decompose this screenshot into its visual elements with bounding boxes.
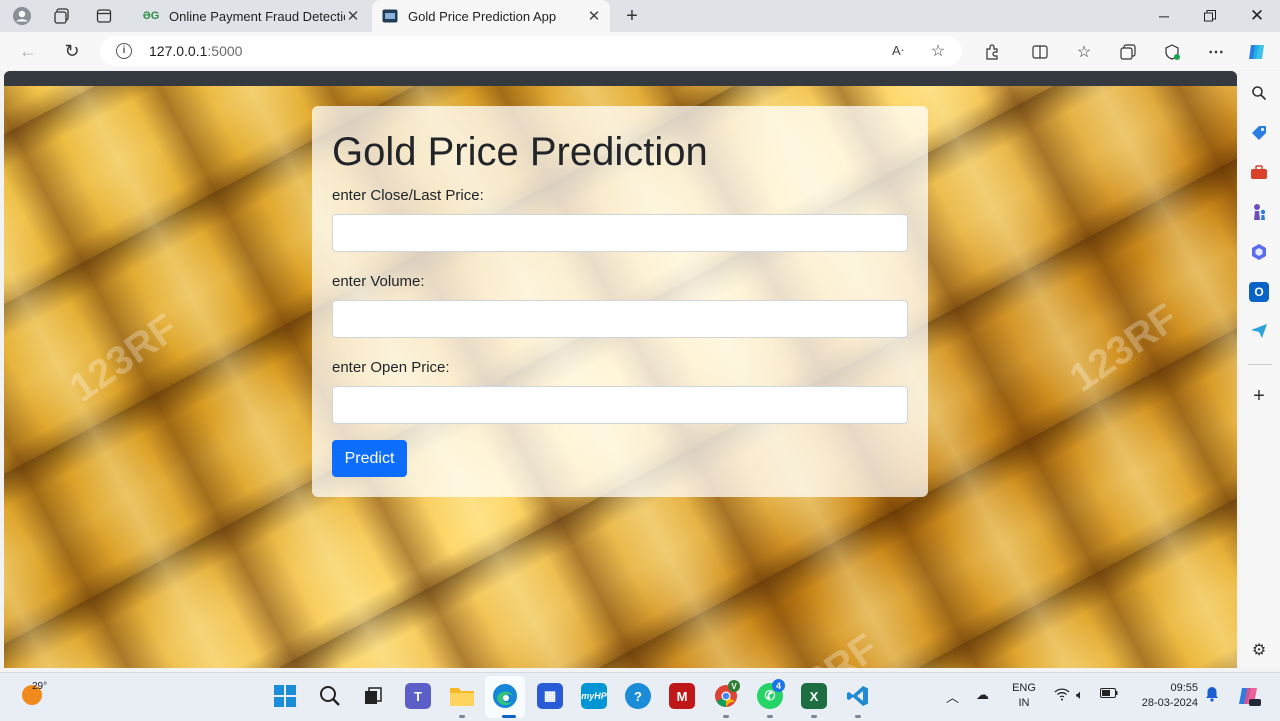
browser-toolbar: ← ↻ i 127.0.0.1:5000 Aᐧ ☆ ☆ ⋯ xyxy=(0,32,1280,70)
new-tab-button[interactable]: + xyxy=(620,4,644,28)
system-clock[interactable]: 09:55 28-03-2024 xyxy=(1134,681,1198,711)
settings-icon[interactable]: ⚙ xyxy=(1249,640,1269,660)
sidebar-divider xyxy=(1248,364,1272,365)
vertical-tabs-icon[interactable] xyxy=(94,6,114,26)
page-navbar xyxy=(4,71,1237,86)
language-code: ENG xyxy=(1012,682,1036,694)
url-host: 127.0.0.1 xyxy=(149,43,208,59)
wifi-icon[interactable] xyxy=(1054,687,1070,704)
add-icon[interactable]: + xyxy=(1249,385,1269,407)
volume-icon[interactable]: 🔈︎ xyxy=(1076,687,1084,703)
running-indicator xyxy=(855,715,861,718)
taskbar-search-icon[interactable] xyxy=(317,683,343,709)
vscode-icon[interactable] xyxy=(845,683,871,709)
toolbox-icon[interactable] xyxy=(1249,162,1269,182)
tag-icon[interactable] xyxy=(1249,123,1269,143)
chess-icon[interactable] xyxy=(1249,202,1269,222)
app-icon xyxy=(382,8,398,24)
tab-gold-price[interactable]: Gold Price Prediction App ✕ xyxy=(372,0,610,32)
close-price-label: enter Close/Last Price: xyxy=(332,187,484,204)
url-text[interactable]: 127.0.0.1:5000 xyxy=(149,43,242,59)
tab-fraud-detection[interactable]: ƏG Online Payment Fraud Detection ✕ xyxy=(133,0,369,32)
microsoft-store-icon[interactable]: ▦ xyxy=(537,683,563,709)
workspaces-icon[interactable] xyxy=(52,6,72,26)
predict-button[interactable]: Predict xyxy=(332,440,407,477)
windows-start-icon[interactable] xyxy=(272,683,298,709)
battery-icon[interactable] xyxy=(1100,687,1118,702)
refresh-icon[interactable]: ↻ xyxy=(61,40,83,62)
notifications-bell-icon[interactable] xyxy=(1205,686,1219,705)
split-screen-icon[interactable] xyxy=(1029,41,1051,63)
excel-icon[interactable]: X xyxy=(801,683,827,709)
task-view-icon[interactable] xyxy=(360,683,386,709)
tab-title: Gold Price Prediction App xyxy=(408,8,557,24)
close-tab-icon[interactable]: ✕ xyxy=(586,8,602,25)
windows-taskbar: 29° T ▦ myHP ? M V ✆ 4 X ︿ ☁ ENG IN 🔈︎ 0… xyxy=(0,672,1280,721)
tab-strip: ƏG Online Payment Fraud Detection ✕ Gold… xyxy=(0,0,1280,32)
back-icon[interactable]: ← xyxy=(17,40,39,62)
profile-icon[interactable] xyxy=(12,6,32,26)
edge-browser-icon[interactable] xyxy=(492,683,518,709)
running-indicator xyxy=(459,715,465,718)
clock-time: 09:55 xyxy=(1170,682,1198,694)
favorite-star-icon[interactable]: ☆ xyxy=(928,41,948,61)
copilot-icon[interactable] xyxy=(1246,41,1268,63)
watermark: 123RF xyxy=(1061,295,1186,401)
more-options-icon[interactable]: ⋯ xyxy=(1205,41,1227,63)
clock-date: 28-03-2024 xyxy=(1141,697,1198,709)
watermark: 123RF xyxy=(762,626,886,668)
volume-input[interactable] xyxy=(332,300,908,338)
close-tab-icon[interactable]: ✕ xyxy=(345,8,361,25)
input-language[interactable]: ENG IN xyxy=(1010,681,1038,711)
browser-essentials-icon[interactable] xyxy=(1161,41,1183,63)
prediction-form-card: Gold Price Prediction enter Close/Last P… xyxy=(312,106,928,497)
open-price-label: enter Open Price: xyxy=(332,359,450,376)
read-aloud-icon[interactable]: Aᐧ xyxy=(888,41,908,61)
running-indicator xyxy=(723,715,729,718)
outlook-icon[interactable]: O xyxy=(1249,282,1269,302)
file-explorer-icon[interactable] xyxy=(449,683,475,709)
address-bar[interactable]: i 127.0.0.1:5000 Aᐧ ☆ xyxy=(100,36,962,66)
copilot-hex-icon[interactable] xyxy=(1249,242,1269,262)
copilot-preview-icon[interactable] xyxy=(1236,683,1262,709)
whatsapp-badge: 4 xyxy=(772,679,785,692)
url-port: :5000 xyxy=(207,43,243,59)
show-hidden-icons-icon[interactable]: ︿ xyxy=(946,687,959,706)
page-viewport: 123RF 123RF 123RF Gold Price Prediction … xyxy=(4,71,1237,668)
watermark: 123RF xyxy=(61,305,186,411)
running-indicator xyxy=(767,715,773,718)
running-indicator xyxy=(811,715,817,718)
region-code: IN xyxy=(1018,697,1030,709)
get-help-icon[interactable]: ? xyxy=(625,683,651,709)
tab-title: Online Payment Fraud Detection xyxy=(169,8,345,24)
onedrive-icon[interactable]: ☁ xyxy=(976,687,989,703)
close-price-input[interactable] xyxy=(332,214,908,252)
volume-label: enter Volume: xyxy=(332,273,425,290)
restore-button[interactable] xyxy=(1187,0,1233,32)
chrome-profile-badge: V xyxy=(728,680,740,692)
teams-icon[interactable]: T xyxy=(405,683,431,709)
mcafee-icon[interactable]: M xyxy=(669,683,695,709)
page-title: Gold Price Prediction xyxy=(332,130,708,174)
minimize-button[interactable]: ─ xyxy=(1141,0,1187,32)
open-price-input[interactable] xyxy=(332,386,908,424)
search-icon[interactable] xyxy=(1249,83,1269,103)
active-indicator xyxy=(502,715,516,718)
site-info-icon[interactable]: i xyxy=(116,43,132,59)
myhp-icon[interactable]: myHP xyxy=(581,683,607,709)
send-icon[interactable] xyxy=(1249,321,1269,341)
edge-sidebar: O + ⚙ xyxy=(1240,71,1280,668)
collections-icon[interactable] xyxy=(1117,41,1139,63)
weather-temperature: 29° xyxy=(32,681,48,692)
favorites-icon[interactable]: ☆ xyxy=(1073,41,1095,63)
extensions-icon[interactable] xyxy=(981,41,1003,63)
geeksforgeeks-icon: ƏG xyxy=(142,10,160,22)
close-window-button[interactable]: ✕ xyxy=(1234,0,1280,32)
